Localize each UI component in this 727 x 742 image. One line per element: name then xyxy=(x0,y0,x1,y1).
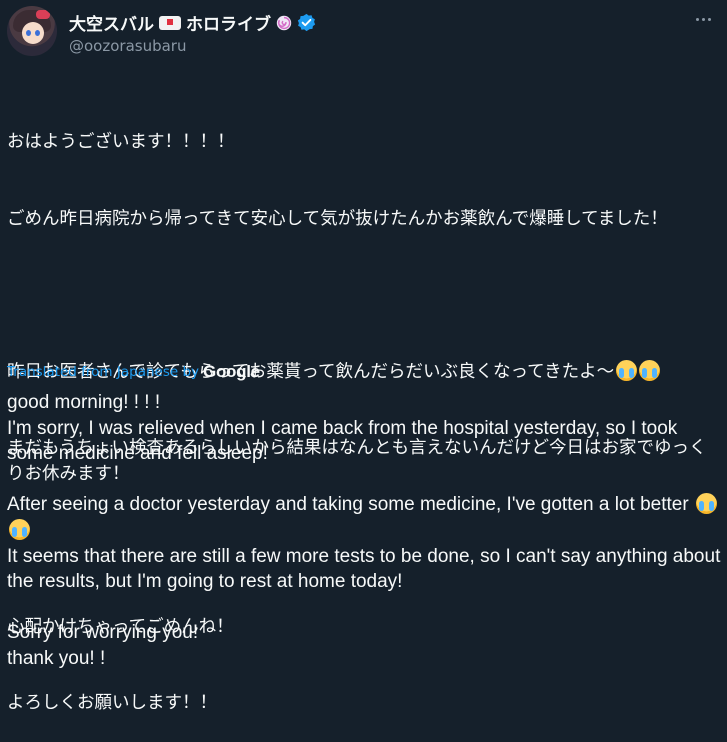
tweet-header: 大空スバル ホロライブ @oozorasubaru xyxy=(7,4,720,62)
translation-line-3-wrap: After seeing a doctor yesterday and taki… xyxy=(7,492,722,543)
verified-badge-icon xyxy=(297,13,316,32)
translation-line-3: After seeing a doctor yesterday and taki… xyxy=(7,494,689,516)
user-handle[interactable]: @oozorasubaru xyxy=(69,37,186,55)
display-name-prefix[interactable]: 大空スバル xyxy=(69,10,154,35)
translation-notice[interactable]: Translated from Japanese by Google xyxy=(7,362,260,382)
lollipop-icon xyxy=(276,15,292,30)
translation-line-2: I'm sorry, I was relieved when I came ba… xyxy=(7,417,678,465)
more-options-icon[interactable] xyxy=(692,10,714,28)
original-line-6: よろしくお願いします！！ xyxy=(7,693,217,713)
translation-line-5: Sorry for worrying you! xyxy=(7,622,199,644)
translation-line-6: thank you! ! xyxy=(7,647,106,669)
display-name-row[interactable]: 大空スバル ホロライブ xyxy=(69,10,316,35)
loudly-crying-face-icon xyxy=(695,493,717,515)
loudly-crying-face-icon xyxy=(9,518,30,540)
original-line-2: ごめん昨日病院から帰ってきて安心して気が抜けたんかお薬飲んで爆睡してました！ xyxy=(7,208,668,229)
translation-line-4: It seems that there are still a few more… xyxy=(7,545,721,593)
google-logo: Google xyxy=(203,362,260,381)
ambulance-emoji-icon xyxy=(159,15,181,30)
original-line-1: おはようございます！！！！ xyxy=(7,132,235,152)
tweet-translation: good morning! ! ! ! I'm sorry, I was rel… xyxy=(7,390,722,672)
display-name-suffix[interactable]: ホロライブ xyxy=(186,10,271,35)
translation-line-1: good morning! ! ! ! xyxy=(7,392,161,413)
translation-notice-label[interactable]: Translated from Japanese by xyxy=(7,364,199,380)
loudly-crying-face-icon xyxy=(639,359,661,381)
loudly-crying-face-icon xyxy=(616,359,638,381)
avatar[interactable] xyxy=(7,6,57,56)
